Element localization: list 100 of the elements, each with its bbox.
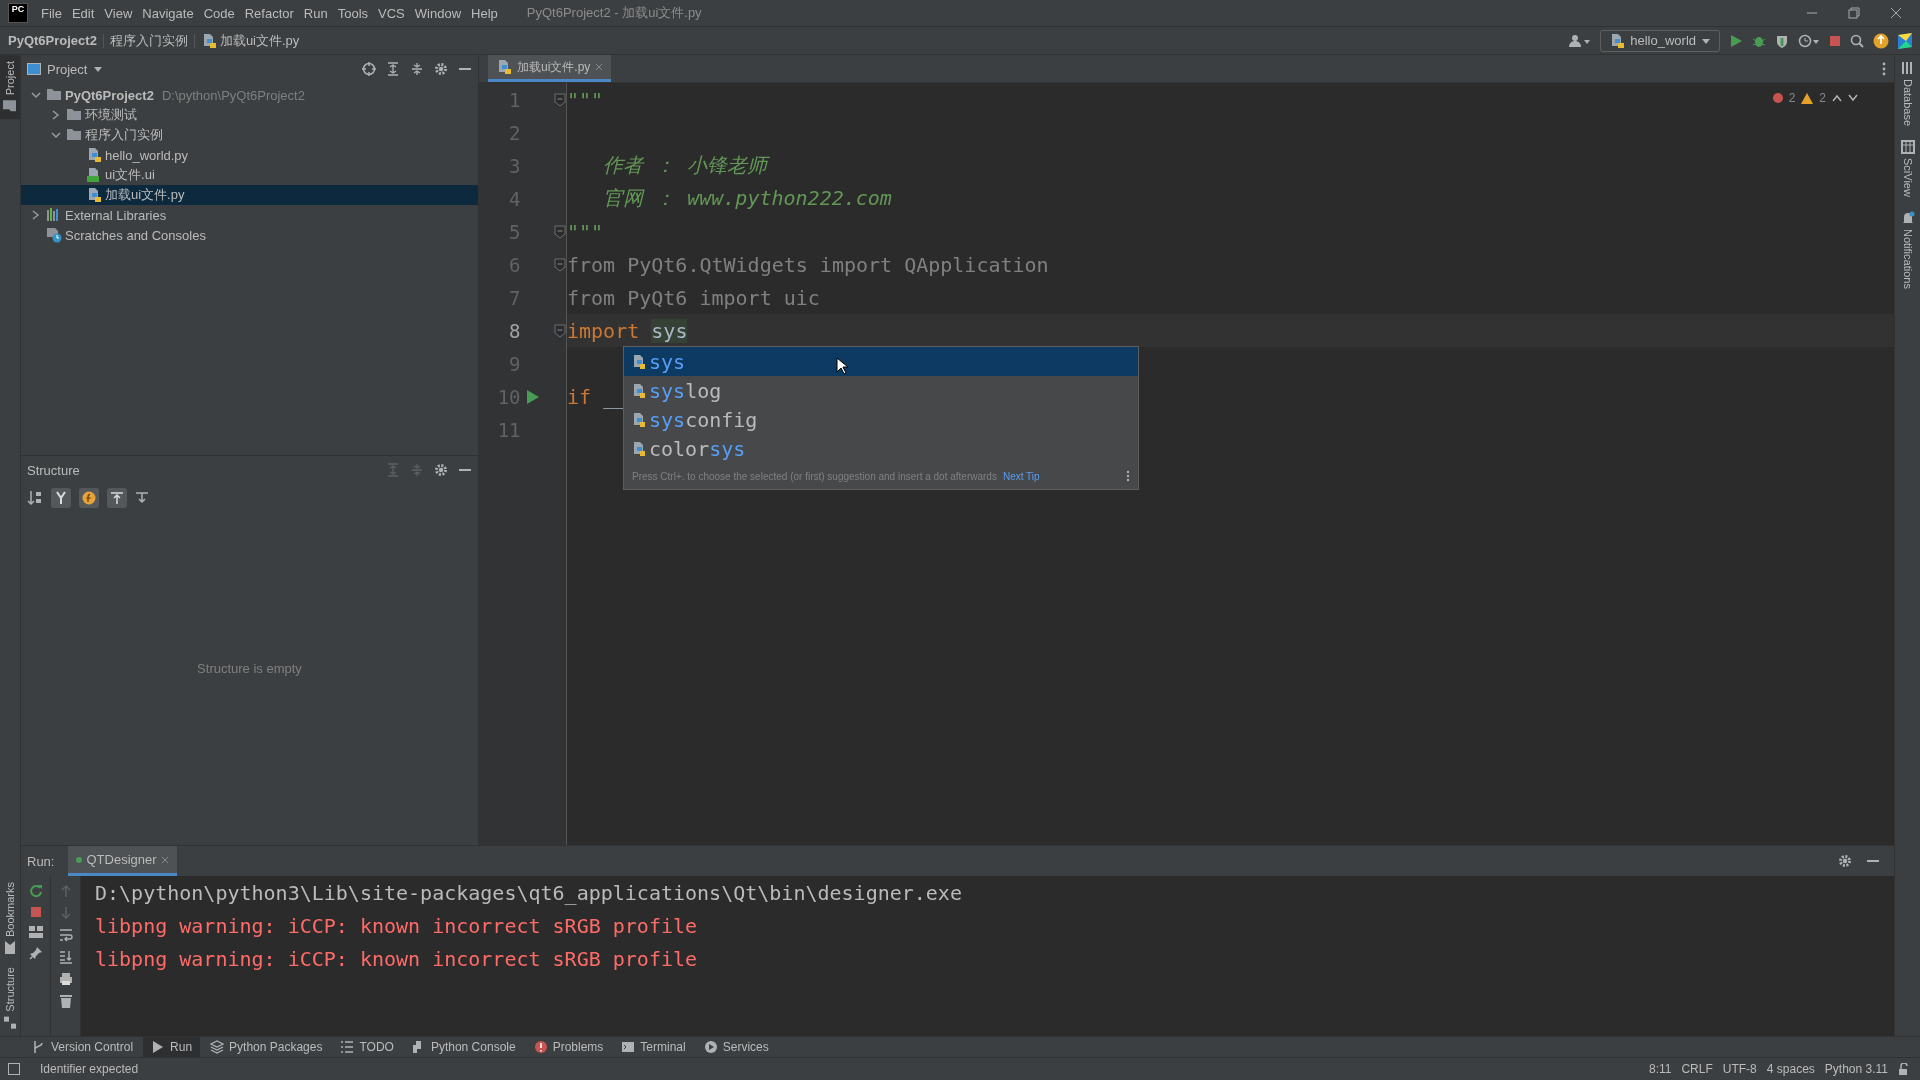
menu-item[interactable]: Code xyxy=(198,2,240,24)
menu-item[interactable]: Window xyxy=(409,2,467,24)
run-configuration-dropdown[interactable]: hello_world xyxy=(1600,29,1720,52)
error-count: 2 xyxy=(1788,91,1796,105)
menu-item[interactable]: VCS xyxy=(373,2,410,24)
tree-item[interactable]: PyQt6Project2 D:\python\PyQt6Project2 xyxy=(21,85,478,105)
clock-icon[interactable] xyxy=(1798,33,1820,48)
project-view-icon xyxy=(27,63,41,75)
play-circle-icon xyxy=(703,1040,718,1054)
layout-icon[interactable] xyxy=(28,926,43,938)
stop-icon[interactable] xyxy=(1829,34,1841,47)
tool-window-button[interactable]: Terminal xyxy=(613,1037,694,1057)
structure-icon xyxy=(3,1016,17,1030)
sort-icon[interactable] xyxy=(27,490,43,506)
tool-window-tab[interactable]: Structure xyxy=(0,961,20,1036)
menu-item[interactable]: File xyxy=(36,2,67,24)
window-title: PyQt6Project2 - 加载ui文件.py xyxy=(526,4,702,22)
menu-item[interactable]: Refactor xyxy=(239,2,299,24)
menu-item[interactable]: Tools xyxy=(332,2,374,24)
status-item[interactable]: CRLF xyxy=(1681,1062,1713,1076)
run-icon[interactable] xyxy=(526,388,541,405)
arrow-down-bar-icon[interactable] xyxy=(135,491,149,505)
shield-icon[interactable] xyxy=(1775,33,1789,48)
expand-all-icon[interactable] xyxy=(386,62,400,76)
menu-item[interactable]: View xyxy=(99,2,138,24)
restore-icon[interactable] xyxy=(1848,7,1860,19)
ui-file-icon xyxy=(86,167,102,183)
status-item[interactable]: 4 spaces xyxy=(1766,1062,1815,1076)
toolbox-logo-icon[interactable] xyxy=(1898,32,1912,49)
tool-window-tab[interactable]: Bookmarks xyxy=(0,876,20,962)
tool-window-button[interactable]: Problems xyxy=(525,1037,612,1057)
run-icon[interactable] xyxy=(1729,33,1743,48)
menu-item[interactable]: Navigate xyxy=(137,2,199,24)
lock-icon[interactable] xyxy=(1898,1063,1910,1075)
settings-icon[interactable] xyxy=(1838,854,1852,868)
collapse-all-icon[interactable] xyxy=(410,62,424,76)
pin-icon[interactable] xyxy=(28,946,43,960)
breadcrumb[interactable]: 程序入门实例 xyxy=(109,31,188,50)
tree-item[interactable]: 环境测试 xyxy=(21,105,478,125)
tree-item[interactable]: hello_world.py xyxy=(21,145,478,165)
next-tip-link[interactable]: Next Tip xyxy=(1002,470,1040,482)
tool-window-button[interactable]: TODO xyxy=(332,1037,402,1057)
close-icon[interactable] xyxy=(1890,7,1902,19)
search-icon[interactable] xyxy=(1850,33,1864,48)
status-message: Identifier expected xyxy=(40,1062,139,1076)
tool-window-button[interactable]: Version Control xyxy=(24,1037,142,1057)
bookmark-icon xyxy=(3,941,17,956)
tree-item[interactable]: 程序入门实例 xyxy=(21,125,478,145)
scratch-icon xyxy=(46,227,62,243)
tool-window-tab[interactable]: SciView xyxy=(1900,140,1915,198)
tree-item[interactable]: External Libraries xyxy=(21,205,478,225)
breadcrumb[interactable]: 加载ui文件.py xyxy=(200,31,300,50)
warning-icon[interactable] xyxy=(1801,92,1814,104)
tool-window-tab[interactable]: Notifications xyxy=(1900,211,1915,289)
update-icon[interactable] xyxy=(1873,32,1889,49)
completion-item[interactable]: sysconfig xyxy=(624,405,1138,434)
chevron-down-icon[interactable] xyxy=(1848,94,1858,102)
status-item[interactable]: Python 3.11 xyxy=(1824,1062,1888,1076)
panel-toggle-icon[interactable] xyxy=(8,1063,20,1075)
menu-item[interactable]: Edit xyxy=(66,2,100,24)
tool-window-button[interactable]: Python Console xyxy=(403,1037,524,1057)
terminal-icon xyxy=(621,1040,636,1054)
editor-tab[interactable]: 加载ui文件.py xyxy=(488,55,612,82)
tree-item[interactable]: Scratches and Consoles xyxy=(21,225,478,245)
scroll-to-end-icon[interactable] xyxy=(58,950,73,964)
error-icon[interactable] xyxy=(1772,93,1783,103)
status-item[interactable]: UTF-8 xyxy=(1722,1062,1757,1076)
completion-item[interactable]: sys xyxy=(624,347,1138,376)
completion-item[interactable]: colorsys xyxy=(624,434,1138,463)
user-icon[interactable] xyxy=(1569,33,1592,48)
tool-window-button[interactable]: Python Packages xyxy=(202,1037,331,1057)
python-module-icon xyxy=(631,353,645,370)
status-item[interactable]: 8:11 xyxy=(1649,1062,1672,1076)
chevron-up-icon[interactable] xyxy=(1832,94,1842,102)
error-icon xyxy=(533,1040,548,1054)
rerun-icon[interactable] xyxy=(28,884,43,898)
soft-wrap-icon[interactable] xyxy=(58,928,73,942)
tool-window-button[interactable]: Run xyxy=(143,1037,201,1057)
completion-item[interactable]: syslog xyxy=(624,376,1138,405)
inheritance-toggle[interactable] xyxy=(51,488,71,508)
tree-item[interactable]: ui文件.ui xyxy=(21,165,478,185)
breadcrumb[interactable]: PyQt6Project2 xyxy=(8,33,97,48)
locate-icon[interactable] xyxy=(362,62,376,76)
settings-icon[interactable] xyxy=(434,62,448,76)
run-tab[interactable]: QTDesigner xyxy=(68,846,177,876)
tree-item[interactable]: 加载ui文件.py xyxy=(21,185,478,205)
fields-toggle[interactable] xyxy=(79,488,99,508)
trash-icon[interactable] xyxy=(59,994,72,1008)
tool-window-tab[interactable]: Project xyxy=(0,55,20,120)
more-icon[interactable] xyxy=(1126,470,1130,482)
tool-window-button[interactable]: Services xyxy=(695,1037,777,1057)
list-icon xyxy=(340,1040,355,1054)
stop-icon[interactable] xyxy=(29,906,42,918)
tool-window-tab[interactable]: Database xyxy=(1900,61,1915,127)
project-view-dropdown[interactable]: Project xyxy=(27,61,104,77)
menu-item[interactable]: Help xyxy=(466,2,503,24)
settings-icon[interactable] xyxy=(434,463,448,477)
more-icon[interactable] xyxy=(1882,61,1886,76)
menu-item[interactable]: Run xyxy=(298,2,333,24)
print-icon[interactable] xyxy=(58,972,73,986)
